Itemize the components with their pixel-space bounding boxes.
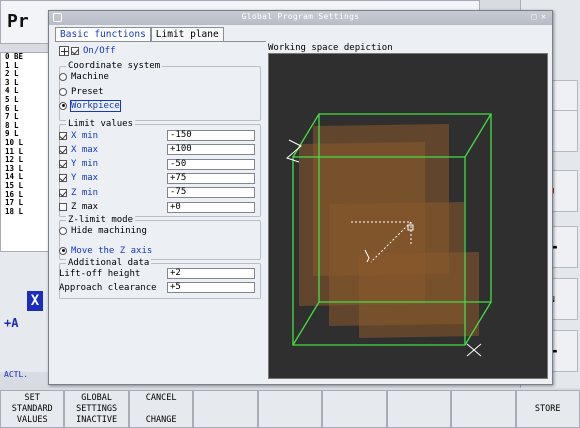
limit-label: Z min — [71, 187, 99, 198]
softkey-label-line — [352, 404, 357, 415]
limit-checkbox[interactable] — [59, 174, 67, 183]
settings-panel: On/Off Coordinate system Machine Preset … — [55, 41, 266, 373]
limit-label: X min — [71, 130, 99, 141]
limit-row[interactable]: X min — [59, 130, 98, 141]
softkey-3[interactable] — [193, 390, 258, 428]
approach-clearance-input[interactable]: +5 — [167, 282, 255, 293]
z-axis-marker — [286, 139, 302, 163]
radio-move-z-axis-label: Move the Z axis — [71, 245, 153, 256]
limit-values-title: Limit values — [66, 119, 136, 129]
limit-row[interactable]: Z max — [59, 202, 98, 213]
program-line-list[interactable]: 0 BE 1 L2 L3 L4 L5 L6 L7 L8 L9 L 10 L 11 L1… — [0, 52, 50, 252]
x-axis-label: X — [27, 291, 43, 311]
approach-clearance-label: Approach clearance — [59, 282, 157, 293]
radio-preset-button[interactable] — [59, 87, 67, 96]
working-space-view[interactable] — [268, 53, 548, 379]
softkey-label-line: CANCEL — [145, 392, 177, 403]
softkey-8[interactable]: STORE — [515, 390, 580, 428]
limit-row[interactable]: Y max — [59, 173, 98, 184]
softkey-label-line: VALUES — [16, 414, 48, 425]
on-off-checkbox[interactable] — [71, 46, 79, 55]
axes-icon — [59, 45, 69, 56]
tab-basic-functions[interactable]: Basic functions — [55, 27, 151, 41]
program-line[interactable]: 18 L — [1, 207, 49, 217]
softkey-label-line — [223, 404, 228, 415]
softkey-label-line: STANDARD — [11, 403, 53, 414]
softkey-label-line — [416, 404, 421, 415]
dialog-title-bar[interactable]: Global Program Settings □ ✕ — [49, 11, 552, 25]
limit-box-edge — [292, 301, 320, 346]
softkey-label-line: SETTINGS — [76, 403, 118, 414]
limit-value-input[interactable]: -150 — [167, 130, 255, 141]
softkey-0[interactable]: SET STANDARD VALUES — [0, 390, 65, 428]
limit-box-edge — [464, 113, 492, 158]
tab-limit-plane[interactable]: Limit plane — [150, 27, 224, 41]
limit-row[interactable]: Z min — [59, 187, 98, 198]
left-status-panel — [0, 252, 50, 372]
radio-hide-machining-button[interactable] — [59, 226, 67, 235]
radio-preset-label: Preset — [71, 86, 104, 97]
limit-value-input[interactable]: +75 — [167, 172, 255, 184]
softkey-4[interactable] — [257, 390, 323, 428]
softkey-label-line — [287, 404, 292, 415]
radio-move-z-axis-button[interactable] — [59, 246, 67, 255]
workpiece-base — [359, 252, 479, 338]
radio-machine-label: Machine — [71, 71, 109, 82]
radio-workpiece[interactable]: Workpiece — [59, 99, 121, 112]
limit-label: Y min — [71, 159, 99, 170]
limit-row[interactable]: Y min — [59, 159, 98, 170]
softkey-label-line — [159, 404, 164, 415]
window-controls[interactable]: □ ✕ — [532, 12, 546, 21]
limit-value-input[interactable]: -75 — [167, 187, 255, 199]
radio-move-z-axis[interactable]: Move the Z axis — [59, 245, 152, 256]
additional-data-title: Additional data — [66, 258, 152, 268]
dialog-title: Global Program Settings — [241, 12, 360, 21]
limit-checkbox[interactable] — [59, 131, 67, 140]
limit-value-input[interactable]: +100 — [167, 144, 255, 156]
coordinate-system-title: Coordinate system — [66, 61, 163, 71]
softkey-label-line: SET — [24, 392, 40, 403]
radio-preset[interactable]: Preset — [59, 86, 104, 97]
softkey-5[interactable] — [322, 390, 387, 428]
actl-label: ACTL. — [4, 370, 29, 379]
radio-machine-button[interactable] — [59, 72, 67, 81]
radio-hide-machining-label: Hide machining — [71, 225, 147, 236]
limit-value-input[interactable]: -50 — [167, 158, 255, 170]
radio-workpiece-button[interactable] — [59, 101, 67, 110]
tab-bar: Basic functions Limit plane — [55, 27, 224, 41]
softkey-1[interactable]: GLOBAL SETTINGS INACTIVE — [64, 390, 129, 428]
softkey-bar: SET STANDARD VALUES GLOBAL SETTINGS INACTIVE C… — [0, 390, 580, 428]
on-off-label: On/Off — [83, 45, 116, 56]
limit-label: X max — [71, 144, 99, 155]
global-program-settings-dialog: Global Program Settings □ ✕ Basic functi… — [48, 10, 553, 385]
lift-off-height-input[interactable]: +2 — [167, 268, 255, 279]
lift-off-height-label: Lift-off height — [59, 268, 141, 279]
radio-workpiece-label: Workpiece — [70, 99, 121, 112]
softkey-2[interactable]: CANCEL CHANGE — [128, 390, 194, 428]
z-limit-mode-title: Z-limit mode — [66, 215, 136, 225]
softkey-label-line — [481, 404, 486, 415]
a-axis-label: +A — [4, 316, 19, 330]
limit-checkbox[interactable] — [59, 188, 67, 197]
softkey-7[interactable] — [451, 390, 516, 428]
softkey-label-line: STORE — [534, 403, 561, 414]
softkey-label-line: CHANGE — [145, 414, 177, 425]
program-title: Pr — [7, 11, 29, 32]
softkey-label-line: INACTIVE — [76, 414, 118, 425]
on-off-row[interactable]: On/Off — [59, 45, 116, 56]
radio-machine[interactable]: Machine — [59, 71, 109, 82]
limit-row[interactable]: X max — [59, 144, 98, 155]
view-title: Working space depiction — [268, 43, 393, 53]
limit-checkbox[interactable] — [59, 203, 67, 211]
softkey-6[interactable] — [386, 390, 452, 428]
limit-checkbox[interactable] — [59, 160, 67, 169]
working-space-graphic — [286, 113, 492, 357]
limit-label: Y max — [71, 173, 99, 184]
limit-checkbox[interactable] — [59, 145, 67, 154]
limit-value-input[interactable]: +0 — [167, 201, 255, 213]
limit-label: Z max — [71, 202, 99, 212]
radio-hide-machining[interactable]: Hide machining — [59, 225, 147, 236]
softkey-label-line: GLOBAL — [81, 392, 113, 403]
